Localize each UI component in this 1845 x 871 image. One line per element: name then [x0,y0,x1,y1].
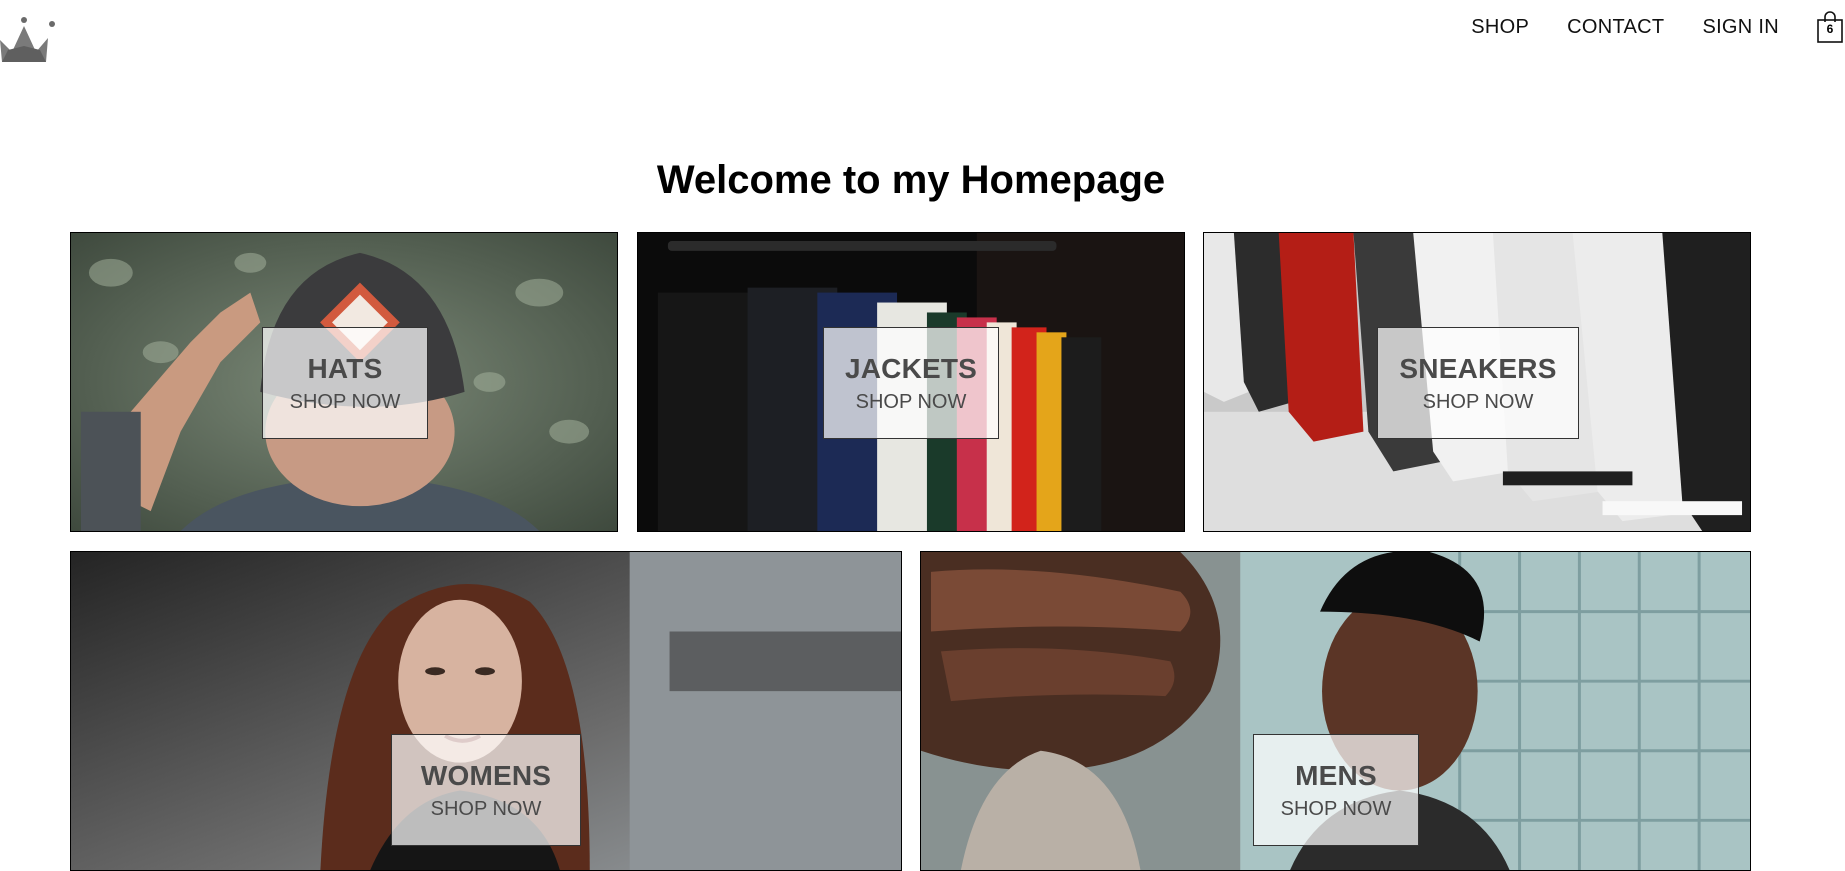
tile-title: JACKETS [844,352,978,384]
tile-title: HATS [307,352,383,384]
crown-icon[interactable] [0,12,56,64]
cart-count-badge: 6 [1826,22,1834,36]
shop-now-link[interactable]: SHOP NOW [1281,798,1392,821]
nav-sign-in-link[interactable]: SIGN IN [1702,16,1779,39]
tile-title: WOMENS [420,759,552,791]
jackets-label-box[interactable]: JACKETS SHOP NOW [823,327,999,439]
hats-label-box[interactable]: HATS SHOP NOW [262,327,428,439]
category-tile-jackets[interactable]: JACKETS SHOP NOW [637,232,1185,532]
shop-now-link[interactable]: SHOP NOW [1423,391,1534,414]
category-tile-sneakers[interactable]: SNEAKERS SHOP NOW [1203,232,1751,532]
nav-contact-link[interactable]: CONTACT [1567,16,1664,39]
shop-now-link[interactable]: SHOP NOW [431,798,542,821]
shop-now-link[interactable]: SHOP NOW [290,391,401,414]
category-tile-hats[interactable]: HATS SHOP NOW [70,232,618,532]
category-tile-mens[interactable]: MENS SHOP NOW [920,551,1751,871]
tile-title: MENS [1295,759,1377,791]
page-title: Welcome to my Homepage [656,158,1166,202]
main-nav: SHOP CONTACT SIGN IN 6 [1433,0,1845,54]
category-tile-womens[interactable]: WOMENS SHOP NOW [70,551,902,871]
sneakers-label-box[interactable]: SNEAKERS SHOP NOW [1377,327,1579,439]
cart-button[interactable]: 6 [1815,10,1845,44]
nav-shop-link[interactable]: SHOP [1471,16,1529,39]
womens-label-box[interactable]: WOMENS SHOP NOW [391,734,581,846]
tile-title: SNEAKERS [1399,352,1557,384]
mens-label-box[interactable]: MENS SHOP NOW [1253,734,1419,846]
site-header: SHOP CONTACT SIGN IN 6 [0,0,1845,70]
shop-now-link[interactable]: SHOP NOW [856,391,967,414]
